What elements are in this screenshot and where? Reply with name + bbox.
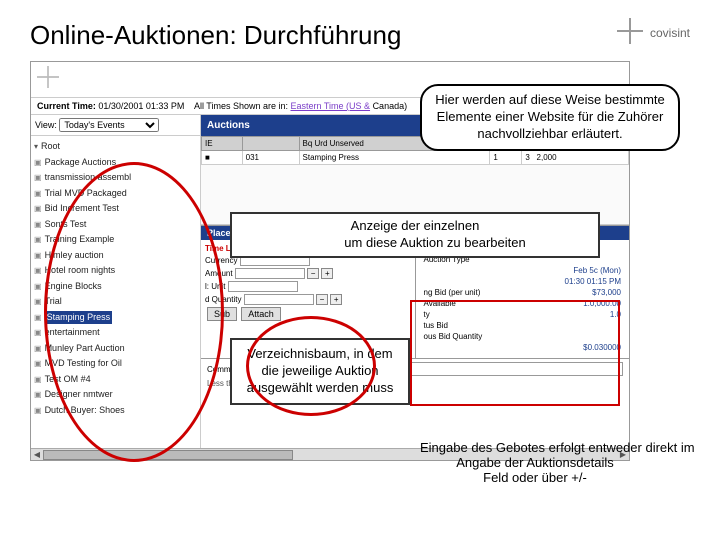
tree-item[interactable]: Test OM #4 xyxy=(34,372,197,388)
amount-plus[interactable]: + xyxy=(321,268,333,279)
auctions-title: Auctions xyxy=(207,120,250,131)
tree-item[interactable]: Trial xyxy=(34,294,197,310)
brand-text: covisint xyxy=(650,26,690,40)
submit-button[interactable]: Sub xyxy=(207,307,237,321)
tree-item[interactable]: Dutch Buyer: Shoes xyxy=(34,403,197,419)
current-time-label: Current Time: xyxy=(37,101,96,111)
qty-label: d Quantity xyxy=(205,295,241,304)
tree-item[interactable]: Himley auction xyxy=(34,248,197,264)
view-label: View: xyxy=(35,120,57,130)
col-2[interactable] xyxy=(242,137,299,151)
tz-note: All Times Shown are in: xyxy=(194,101,288,111)
covisint-cross-icon xyxy=(37,66,59,88)
tree-item[interactable]: Package Auctions xyxy=(34,155,197,171)
tree-item[interactable]: Sonts Test xyxy=(34,217,197,233)
tree-item[interactable]: Trial MVD Packaged xyxy=(34,186,197,202)
tree-item[interactable]: Hotel room nights xyxy=(34,263,197,279)
covisint-cross-icon xyxy=(617,18,643,44)
tree-item[interactable]: Munley Part Auction xyxy=(34,341,197,357)
tz-note2: Canada) xyxy=(373,101,408,111)
col-ie[interactable]: IE xyxy=(202,137,243,151)
qty-input[interactable] xyxy=(244,294,314,305)
view-select[interactable]: Today's Events xyxy=(59,118,159,132)
amount-label: Amount xyxy=(205,269,233,278)
tree-item[interactable]: Designer nmtwer xyxy=(34,387,197,403)
tree-item[interactable]: transmission assembl xyxy=(34,170,197,186)
tree-root[interactable]: Root xyxy=(34,139,197,155)
tree-item[interactable]: Engine Blocks xyxy=(34,279,197,295)
amount-minus[interactable]: − xyxy=(307,268,319,279)
unit-input[interactable] xyxy=(228,281,298,292)
brand-logo: covisint xyxy=(617,18,690,47)
tree-item[interactable]: Training Example xyxy=(34,232,197,248)
table-row[interactable]: ■ 031 Stamping Press 1 3 2,000 xyxy=(202,151,629,165)
slide-title: Online-Auktionen: Durchführung xyxy=(30,20,690,51)
attach-button[interactable]: Attach xyxy=(241,307,281,321)
tree-item[interactable]: MVD Testing for Oil xyxy=(34,356,197,372)
callout-anzeige: Anzeige der einzelnen um diese Auktion z… xyxy=(230,212,600,258)
callout-bottom: Eingabe des Gebotes erfolgt entweder dir… xyxy=(420,440,650,485)
amount-input[interactable] xyxy=(235,268,305,279)
qty-plus[interactable]: + xyxy=(330,294,342,305)
tree-item[interactable]: Bid Increment Test xyxy=(34,201,197,217)
unit-label: l: Unit xyxy=(205,282,225,291)
qty-minus[interactable]: − xyxy=(316,294,328,305)
callout-tree: Verzeichnisbaum, in dem die jeweilige Au… xyxy=(230,338,410,405)
tree-view[interactable]: Root Package Auctions transmission assem… xyxy=(31,136,200,453)
current-time-value: 01/30/2001 01:33 PM xyxy=(98,101,184,111)
tree-item-selected[interactable]: Stamping Press xyxy=(34,310,197,326)
tz-link[interactable]: Eastern Time (US & xyxy=(291,101,371,111)
tree-item[interactable]: entertainment xyxy=(34,325,197,341)
callout-top-right: Hier werden auf diese Weise bestimmte El… xyxy=(420,84,680,151)
